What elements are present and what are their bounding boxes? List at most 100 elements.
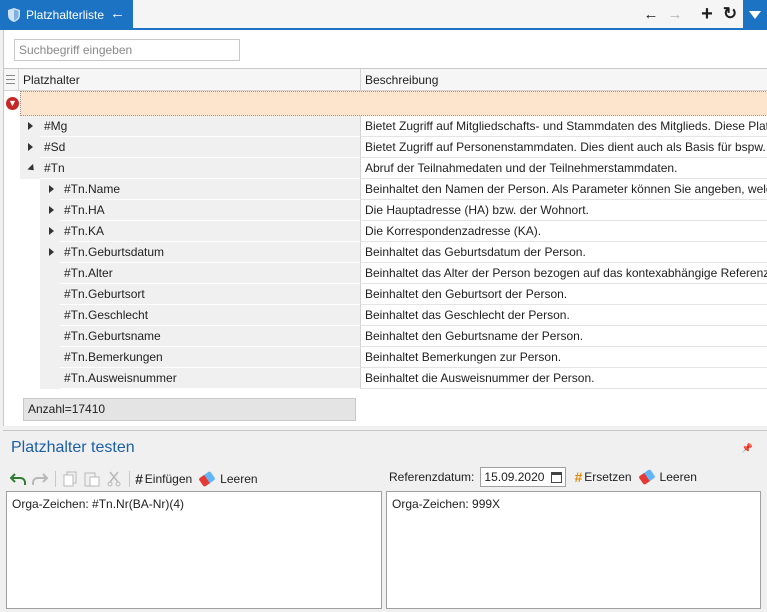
column-header-platzhalter[interactable]: Platzhalter (18, 69, 360, 91)
column-chooser-icon[interactable] (6, 75, 15, 84)
cell-beschreibung: Beinhaltet den Geburtsname der Person. (360, 326, 767, 347)
cell-beschreibung: Bietet Zugriff auf Personenstammdaten. D… (360, 137, 767, 158)
reference-date-value: 15.09.2020 (484, 470, 545, 484)
cell-beschreibung: Abruf der Teilnahmedaten und der Teilneh… (360, 158, 767, 179)
result-output-area[interactable]: Orga-Zeichen: 999X (386, 491, 761, 609)
chevron-down-icon (749, 11, 761, 19)
table-row[interactable]: #Tn.Bemerkungen Beinhaltet Bemerkungen zu… (4, 347, 767, 368)
tab-bar: Platzhalterliste ← ← → + ↻ (0, 0, 767, 30)
cell-platzhalter: #Tn.HA (60, 200, 360, 221)
panel-title: Platzhalter testen (11, 439, 135, 456)
row-indent (40, 347, 60, 368)
filter-row[interactable]: ▼ (4, 91, 767, 116)
expand-icon[interactable] (28, 143, 33, 151)
cell-beschreibung: Die Hauptadresse (HA) bzw. der Wohnort. (360, 200, 767, 221)
arrow-left-icon[interactable]: ← (110, 6, 125, 22)
search-input[interactable] (14, 39, 240, 61)
refresh-button[interactable]: ↻ (721, 4, 739, 23)
table-row[interactable]: #Tn Abruf der Teilnahmedaten und der Teil… (4, 158, 767, 179)
test-panel: Platzhalter testen 📌 # Einfügen Leeren R… (3, 430, 767, 612)
output-text: Orga-Zeichen: 999X (392, 497, 501, 511)
pin-icon[interactable]: 📌 (742, 443, 753, 454)
cell-beschreibung: Beinhaltet den Geburtsort der Person. (360, 284, 767, 305)
grid-header: Platzhalter Beschreibung (4, 69, 767, 91)
table-row[interactable]: #Tn.Ausweisnummer Beinhaltet die Ausweisn… (4, 368, 767, 389)
row-indent (40, 263, 60, 284)
cell-beschreibung: Beinhaltet das Geburtsdatum der Person. (360, 242, 767, 263)
forward-button[interactable]: → (666, 5, 684, 23)
row-indent (40, 305, 60, 326)
cell-platzhalter: #Tn.Bemerkungen (60, 347, 360, 368)
paste-icon[interactable] (83, 470, 101, 488)
placeholder-grid: Platzhalter Beschreibung ▼ #Mg Bietet Zug… (4, 68, 767, 394)
shield-icon (8, 8, 20, 22)
cell-platzhalter: #Tn.Geburtsort (60, 284, 360, 305)
separator (55, 471, 56, 487)
cell-beschreibung: Beinhaltet die Ausweisnummer der Person. (360, 368, 767, 389)
placeholder-insert-icon: # (135, 471, 143, 487)
add-button[interactable]: + (698, 3, 716, 25)
table-row[interactable]: #Tn.Alter Beinhaltet das Alter der Person… (4, 263, 767, 284)
table-row[interactable]: #Tn.Geburtsname Beinhaltet den Geburtsnam… (4, 326, 767, 347)
filter-cell[interactable] (20, 91, 767, 116)
expand-icon[interactable] (49, 227, 54, 235)
table-row[interactable]: #Tn.HA Die Hauptadresse (HA) bzw. der Woh… (4, 200, 767, 221)
cell-beschreibung: Beinhaltet das Alter der Person bezogen … (360, 263, 767, 284)
cell-platzhalter: #Tn.Name (60, 179, 360, 200)
row-indent (40, 368, 60, 389)
cell-beschreibung: Bietet Zugriff auf Mitgliedschafts- und … (360, 116, 767, 137)
tab-title: Platzhalterliste (26, 8, 105, 22)
eraser-icon (198, 470, 216, 488)
clear-label: Leeren (220, 472, 258, 486)
table-row[interactable]: #Tn.Geburtsort Beinhaltet den Geburtsort … (4, 284, 767, 305)
cell-platzhalter: #Mg (40, 116, 360, 137)
placeholder-replace-icon: # (574, 469, 583, 485)
row-indent (40, 326, 60, 347)
cell-beschreibung: Beinhaltet das Geschlecht der Person. (360, 305, 767, 326)
table-row[interactable]: #Tn.Geschlecht Beinhaltet das Geschlecht … (4, 305, 767, 326)
reference-date-group: Referenzdatum: 15.09.2020 # Ersetzen Lee… (389, 467, 703, 487)
placeholder-list-panel: Platzhalter Beschreibung ▼ #MgBietet Zug… (3, 30, 767, 426)
clear-output-label: Leeren (659, 470, 697, 484)
replace-label: Ersetzen (584, 470, 632, 484)
insert-label: Einfügen (144, 472, 193, 486)
replace-button[interactable]: # Ersetzen (574, 469, 631, 485)
input-text: Orga-Zeichen: #Tn.Nr(BA-Nr)(4) (12, 497, 185, 511)
expand-icon[interactable] (49, 185, 54, 193)
calendar-icon[interactable] (551, 471, 563, 483)
column-header-beschreibung[interactable]: Beschreibung (360, 69, 767, 91)
back-button[interactable]: ← (642, 5, 660, 23)
table-row[interactable]: #Tn.Geburtsdatum Beinhaltet das Geburtsda… (4, 242, 767, 263)
table-row[interactable]: #Mg Bietet Zugriff auf Mitgliedschafts- u… (4, 116, 767, 137)
copy-icon[interactable] (61, 470, 79, 488)
redo-icon[interactable] (31, 470, 49, 488)
undo-icon[interactable] (9, 470, 27, 488)
menu-dropdown-button[interactable] (743, 0, 767, 30)
table-row[interactable]: #Sd Bietet Zugriff auf Personenstammdaten… (4, 137, 767, 158)
reference-date-picker[interactable]: 15.09.2020 (480, 467, 567, 487)
table-row[interactable]: #Tn.Name Beinhaltet den Namen der Person.… (4, 179, 767, 200)
insert-button[interactable]: # Einfügen (135, 471, 192, 487)
expand-icon[interactable] (28, 122, 33, 130)
expand-icon[interactable] (49, 206, 54, 214)
cell-beschreibung: Beinhaltet Bemerkungen zur Person. (360, 347, 767, 368)
cell-platzhalter: #Tn.Geburtsdatum (60, 242, 360, 263)
cell-platzhalter: #Sd (40, 137, 360, 158)
filter-icon[interactable]: ▼ (6, 97, 19, 110)
cell-beschreibung: Beinhaltet den Namen der Person. Als Par… (360, 179, 767, 200)
table-row[interactable]: #Tn.KA Die Korrespondenzadresse (KA). (4, 221, 767, 242)
record-count: Anzahl=17410 (23, 398, 356, 421)
clear-output-button[interactable]: Leeren (637, 468, 697, 486)
clear-button[interactable]: Leeren (198, 470, 258, 488)
tab-platzhalterliste[interactable]: Platzhalterliste ← (0, 0, 133, 30)
cell-platzhalter: #Tn.Ausweisnummer (60, 368, 360, 389)
expand-icon[interactable] (49, 248, 54, 256)
eraser-icon (637, 468, 656, 486)
cut-icon[interactable] (105, 470, 123, 488)
separator (129, 471, 130, 487)
row-indent (40, 284, 60, 305)
cell-platzhalter: #Tn.Alter (60, 263, 360, 284)
cell-platzhalter: #Tn.KA (60, 221, 360, 242)
placeholder-input-area[interactable]: Orga-Zeichen: #Tn.Nr(BA-Nr)(4) (6, 491, 382, 609)
cell-platzhalter: #Tn (40, 158, 360, 179)
